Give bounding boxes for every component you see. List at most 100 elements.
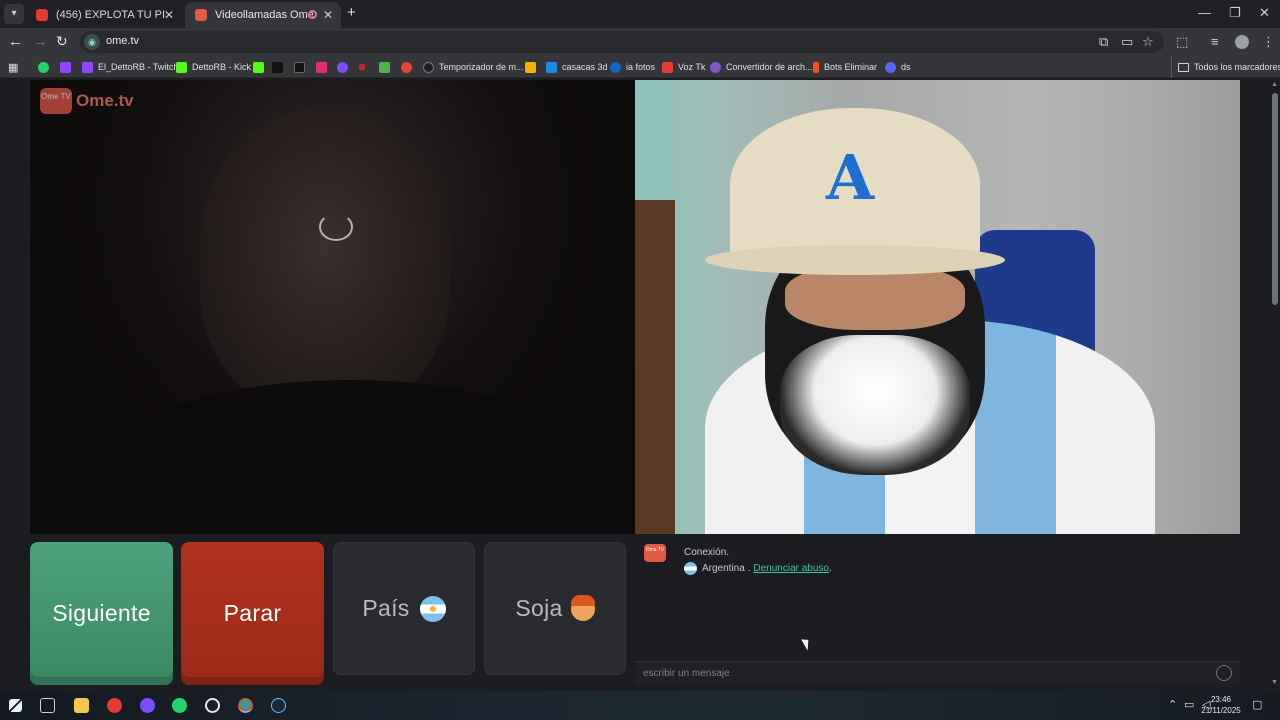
report-abuse-link[interactable]: Denunciar abuso xyxy=(753,563,829,574)
bookmark-kick-2[interactable] xyxy=(253,59,269,75)
voice-icon xyxy=(662,61,673,73)
remote-person-head xyxy=(200,110,450,410)
stop-button[interactable]: Parar xyxy=(181,542,324,685)
chat-panel: Ome TV Conexión. Argentina . Denunciar a… xyxy=(635,535,1240,661)
country-filter-button[interactable]: País xyxy=(333,542,475,675)
next-button[interactable]: Siguiente xyxy=(30,542,173,685)
bookmark-ds[interactable]: ds xyxy=(885,59,911,75)
yellow-folder-icon xyxy=(525,61,536,73)
cast-icon[interactable]: ▭ xyxy=(1121,34,1133,50)
shirt-icon xyxy=(546,61,557,73)
person-emoji-icon xyxy=(570,594,595,621)
page-scrollbar[interactable]: ▲ ▼ xyxy=(1270,79,1280,691)
converter-icon xyxy=(710,61,721,73)
ometv-favicon-icon xyxy=(195,9,207,21)
kick-icon xyxy=(253,61,264,73)
file-explorer-icon[interactable] xyxy=(74,698,89,713)
bookmark-puzzle[interactable] xyxy=(379,59,395,75)
speedometer-icon[interactable] xyxy=(205,698,220,713)
bookmark-red[interactable] xyxy=(359,59,370,75)
bookmark-casacas[interactable]: casacas 3d xyxy=(546,59,608,75)
steam-icon[interactable] xyxy=(271,698,286,713)
windows-start-icon[interactable] xyxy=(9,699,22,712)
discord-icon[interactable] xyxy=(140,698,155,713)
bookmark-whatsapp[interactable] xyxy=(38,59,54,75)
translate-icon[interactable]: ⧉ xyxy=(1099,34,1108,50)
argentina-flag-icon xyxy=(419,595,446,622)
partner-country: Argentina . xyxy=(702,563,751,574)
close-window-button[interactable]: ✕ xyxy=(1259,5,1270,21)
bookmark-x[interactable] xyxy=(294,59,310,75)
close-tab-icon[interactable]: ✕ xyxy=(323,8,333,22)
tray-chevron-icon[interactable]: ⌃ xyxy=(1168,698,1177,711)
all-bookmarks-folder[interactable]: Todos los marcadores xyxy=(1178,59,1280,75)
bookmarks-divider xyxy=(1171,56,1172,78)
youtube-icon xyxy=(36,9,48,21)
afa-logo-icon: A xyxy=(825,141,875,214)
twitch-icon xyxy=(82,61,93,73)
maximize-button[interactable]: ❐ xyxy=(1229,5,1241,21)
close-tab-icon[interactable]: ✕ xyxy=(164,8,174,22)
bookmark-canva[interactable] xyxy=(337,59,353,75)
kick-icon xyxy=(176,61,187,73)
bookmark-instagram[interactable] xyxy=(316,59,332,75)
x-icon xyxy=(294,61,305,73)
gender-filter-button[interactable]: Soja xyxy=(484,542,626,675)
ometv-logo[interactable]: Ome TV Ome.tv xyxy=(40,88,134,114)
bookmark-twitch-icon-only[interactable] xyxy=(60,59,76,75)
bookmark-google[interactable] xyxy=(401,59,417,75)
scroll-up-icon[interactable]: ▲ xyxy=(1271,81,1278,88)
tab-youtube[interactable]: (456) EXPLOTA TU PIEZA #1 EL P ✕ xyxy=(26,2,182,28)
bookmark-temporizador[interactable]: Temporizador de m... xyxy=(423,59,524,75)
ometv-chat-logo-icon: Ome TV xyxy=(644,544,666,562)
remote-person-shoulders xyxy=(90,380,610,534)
instagram-icon xyxy=(316,61,327,73)
more-menu-icon[interactable]: ⋮ xyxy=(1262,34,1275,50)
whatsapp-icon xyxy=(38,61,49,73)
timer-icon xyxy=(423,61,434,73)
puzzle-icon xyxy=(379,61,390,73)
scroll-down-icon[interactable]: ▼ xyxy=(1271,679,1278,686)
forward-arrow-icon[interactable]: → xyxy=(33,33,48,50)
bookmark-bots[interactable]: Bots Eliminar xyxy=(813,59,877,75)
bookmark-ia-fotos[interactable]: ia fotos xyxy=(610,59,655,75)
connection-status: Conexión. xyxy=(684,547,730,558)
bookmark-kick[interactable]: DettoRB - Kick xyxy=(176,59,251,75)
browser-tab-strip: ▾ (456) EXPLOTA TU PIEZA #1 EL P ✕ Video… xyxy=(0,0,1280,28)
whatsapp-icon[interactable] xyxy=(172,698,187,713)
bookmark-twitch[interactable]: El_DettoRB - Twitch xyxy=(82,59,178,75)
recording-icon xyxy=(308,10,317,19)
bookmark-yellow[interactable] xyxy=(525,59,541,75)
apps-grid-icon[interactable]: ▦ xyxy=(8,59,18,75)
profile-avatar-icon[interactable] xyxy=(1235,35,1249,49)
chrome-icon[interactable] xyxy=(238,698,253,713)
tab-ometv[interactable]: Videollamadas OmeTV — A ✕ xyxy=(185,2,341,28)
url-text[interactable]: ome.tv xyxy=(106,35,139,47)
notifications-icon[interactable]: ▢ xyxy=(1252,698,1262,711)
local-video-feed: A xyxy=(635,80,1240,534)
bookmark-voz-tk[interactable]: Voz Tk xyxy=(662,59,705,75)
reload-icon[interactable]: ↻ xyxy=(56,33,68,50)
task-view-icon[interactable] xyxy=(40,698,55,713)
back-arrow-icon[interactable]: ← xyxy=(8,33,23,50)
tab-search-icon[interactable]: ▾ xyxy=(4,4,24,24)
scrollbar-thumb[interactable] xyxy=(1272,93,1278,305)
extensions-icon[interactable]: ⬚ xyxy=(1176,34,1188,50)
canva-icon xyxy=(337,61,348,73)
bot-icon xyxy=(813,61,819,73)
taskbar-clock[interactable]: 23:46 21/11/2025 xyxy=(1193,694,1249,716)
skull-mask xyxy=(780,335,970,475)
bookmark-tiktok[interactable] xyxy=(272,59,288,75)
door-frame xyxy=(635,200,675,534)
opera-gx-icon[interactable] xyxy=(107,698,122,713)
media-control-icon[interactable]: ≡ xyxy=(1211,34,1219,49)
minimize-button[interactable]: — xyxy=(1198,5,1211,20)
new-tab-button[interactable]: + xyxy=(347,4,356,21)
bookmark-star-icon[interactable]: ☆ xyxy=(1142,34,1154,50)
message-input[interactable]: escribir un mensaje xyxy=(635,661,1240,685)
ai-icon xyxy=(610,61,621,73)
emoji-smile-icon[interactable] xyxy=(1216,665,1232,681)
site-info-icon[interactable]: ◉ xyxy=(84,34,100,50)
address-bar[interactable]: ◉ ome.tv xyxy=(80,31,1164,53)
bookmark-convertidor[interactable]: Convertidor de arch... xyxy=(710,59,813,75)
